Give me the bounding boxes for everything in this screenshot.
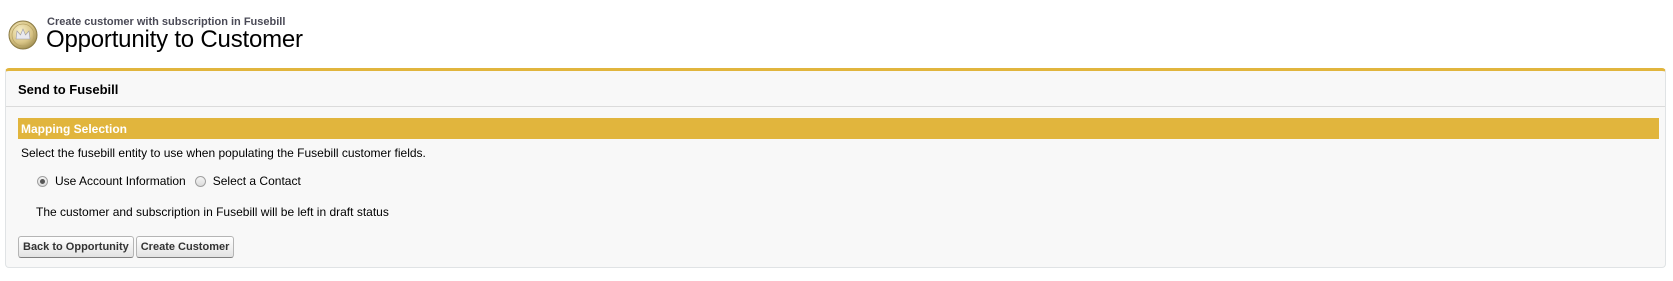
button-row: Back to Opportunity Create Customer	[18, 236, 236, 258]
back-to-opportunity-button[interactable]: Back to Opportunity	[18, 236, 134, 258]
panel-header: Send to Fusebill	[6, 71, 1665, 107]
panel-title: Send to Fusebill	[18, 82, 119, 97]
select-a-contact-radio[interactable]	[194, 175, 206, 187]
create-customer-button[interactable]: Create Customer	[135, 236, 235, 258]
mapping-options: Use Account Information Select a Contact	[37, 173, 310, 189]
opportunity-crown-icon	[8, 20, 38, 50]
mapping-selection-section-header: Mapping Selection	[18, 118, 1659, 139]
section-title: Mapping Selection	[21, 122, 128, 136]
select-a-contact-label[interactable]: Select a Contact	[213, 174, 301, 188]
draft-status-note: The customer and subscription in Fusebil…	[36, 205, 389, 219]
use-account-information-radio[interactable]	[37, 175, 48, 187]
use-account-information-label[interactable]: Use Account Information	[55, 174, 186, 188]
mapping-description: Select the fusebill entity to use when p…	[21, 146, 426, 160]
page-title: Opportunity to Customer	[46, 26, 303, 53]
send-to-fusebill-panel: Send to Fusebill Mapping Selection Selec…	[5, 68, 1666, 268]
